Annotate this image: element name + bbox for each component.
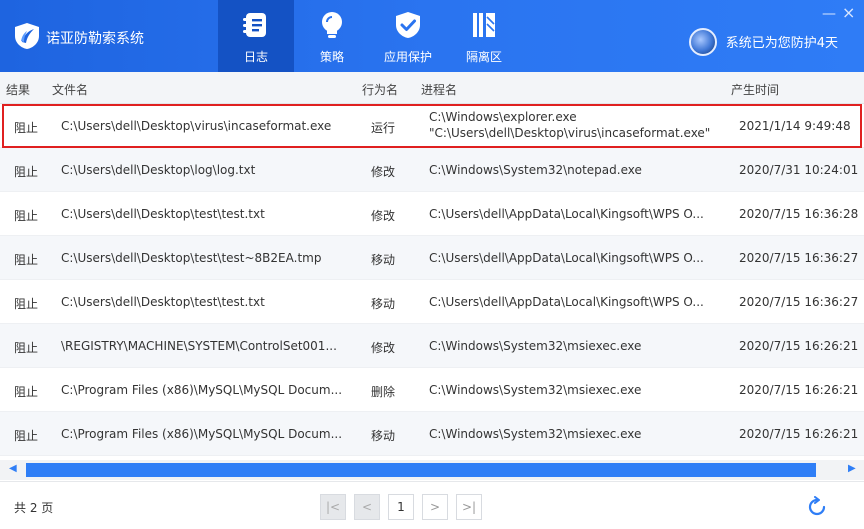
table-row[interactable]: 阻止 \REGISTRY\MACHINE\SYSTEM\ControlSet00… <box>0 324 864 368</box>
table-row[interactable]: 阻止 C:\Users\dell\Desktop\log\log.txt 修改 … <box>0 148 864 192</box>
table-header: 结果 文件名 行为名 进程名 产生时间 <box>0 72 864 104</box>
first-page-button[interactable]: |< <box>320 494 346 520</box>
cell-time: 2020/7/15 16:36:28 <box>739 207 859 221</box>
tab-policy-label: 策略 <box>319 50 344 64</box>
col-result[interactable]: 结果 <box>6 81 30 98</box>
prev-page-button[interactable]: < <box>354 494 380 520</box>
cell-time: 2020/7/15 16:36:27 <box>739 251 859 265</box>
col-process[interactable]: 进程名 <box>421 81 457 98</box>
pagination-bar: 共 2 页 |< < 1 > >| <box>0 481 864 529</box>
cell-action: 修改 <box>371 209 396 223</box>
cell-process: C:\Windows\System32\notepad.exe <box>429 163 642 177</box>
protect-status: 系统已为您防护4天 <box>725 36 838 51</box>
cell-file: C:\Users\dell\Desktop\test\test.txt <box>61 295 265 309</box>
scrollbar-thumb[interactable] <box>26 463 816 477</box>
cell-action: 删除 <box>371 385 396 399</box>
cell-action: 移动 <box>371 253 396 267</box>
cell-result: 阻止 <box>14 121 39 135</box>
col-filename[interactable]: 文件名 <box>52 81 88 98</box>
table-row[interactable]: 阻止 C:\Users\dell\Desktop\test\test~8B2EA… <box>0 236 864 280</box>
close-button[interactable]: × <box>842 3 855 22</box>
cell-result: 阻止 <box>14 297 39 311</box>
cell-result: 阻止 <box>14 385 39 399</box>
cell-action: 运行 <box>371 121 396 135</box>
globe-icon <box>689 28 717 56</box>
cell-result: 阻止 <box>14 429 39 443</box>
current-page-button[interactable]: 1 <box>388 494 414 520</box>
scroll-right-icon[interactable]: ▶ <box>848 463 856 474</box>
table-row[interactable]: 阻止 C:\Users\dell\Desktop\test\test.txt 修… <box>0 192 864 236</box>
cell-process: C:\Windows\System32\msiexec.exe <box>429 339 642 353</box>
cell-action: 修改 <box>371 165 396 179</box>
cell-file: C:\Program Files (x86)\MySQL\MySQL Docum… <box>61 383 343 397</box>
shield-icon <box>396 12 420 38</box>
cell-result: 阻止 <box>14 165 39 179</box>
refresh-icon[interactable] <box>806 496 828 518</box>
app-logo-icon <box>15 23 39 49</box>
cell-file: C:\Users\dell\Desktop\test\test.txt <box>61 207 265 221</box>
col-action[interactable]: 行为名 <box>362 81 398 98</box>
quarantine-icon <box>473 13 495 37</box>
cell-time: 2020/7/31 10:24:01 <box>739 163 859 177</box>
cell-time: 2020/7/15 16:26:21 <box>739 339 859 353</box>
table-row[interactable]: 阻止 C:\Program Files (x86)\MySQL\MySQL Do… <box>0 368 864 412</box>
cell-file: \REGISTRY\MACHINE\SYSTEM\ControlSet001..… <box>61 339 337 353</box>
tab-log[interactable]: 日志 <box>218 0 294 72</box>
cell-action: 移动 <box>371 297 396 311</box>
cell-time: 2020/7/15 16:26:21 <box>739 427 859 441</box>
cell-file: C:\Program Files (x86)\MySQL\MySQL Docum… <box>61 427 343 441</box>
cell-time: 2020/7/15 16:26:21 <box>739 383 859 397</box>
app-title: 诺亚防勒索系统 <box>46 31 144 47</box>
cell-process-cmd: "C:\Users\dell\Desktop\virus\incaseforma… <box>429 126 711 140</box>
cell-time: 2020/7/15 16:36:27 <box>739 295 859 309</box>
bulb-icon <box>322 12 342 38</box>
cell-process: C:\Windows\System32\msiexec.exe <box>429 383 642 397</box>
tab-app-protect[interactable]: 应用保护 <box>370 0 446 72</box>
page-count: 共 2 页 <box>14 501 54 515</box>
table-row[interactable]: 阻止 C:\Program Files (x86)\MySQL\MySQL Do… <box>0 412 864 456</box>
title-bar: 诺亚防勒索系统 日志 策略 应用保护 隔离区 系统已为您防护4天 — × <box>0 0 864 72</box>
cell-file: C:\Users\dell\Desktop\virus\incaseformat… <box>61 119 332 133</box>
cell-process: C:\Users\dell\AppData\Local\Kingsoft\WPS… <box>429 207 704 221</box>
tab-quarantine-label: 隔离区 <box>465 50 502 64</box>
tab-app-protect-label: 应用保护 <box>383 50 432 64</box>
cell-file: C:\Users\dell\Desktop\test\test~8B2EA.tm… <box>61 251 322 265</box>
cell-action: 移动 <box>371 429 396 443</box>
table-row[interactable]: 阻止 C:\Users\dell\Desktop\test\test.txt 移… <box>0 280 864 324</box>
cell-file: C:\Users\dell\Desktop\log\log.txt <box>61 163 256 177</box>
tab-quarantine[interactable]: 隔离区 <box>446 0 522 72</box>
cell-result: 阻止 <box>14 341 39 355</box>
minimize-button[interactable]: — <box>822 6 836 22</box>
horizontal-scrollbar[interactable]: ◀ ▶ <box>0 460 864 480</box>
col-time[interactable]: 产生时间 <box>731 81 779 98</box>
tab-log-label: 日志 <box>243 50 268 64</box>
scroll-left-icon[interactable]: ◀ <box>9 463 17 474</box>
table-row[interactable]: 阻止 C:\Users\dell\Desktop\virus\incasefor… <box>0 104 864 148</box>
cell-result: 阻止 <box>14 209 39 223</box>
log-icon <box>243 13 266 37</box>
next-page-button[interactable]: > <box>422 494 448 520</box>
tab-policy[interactable]: 策略 <box>294 0 370 72</box>
cell-process: C:\Windows\explorer.exe <box>429 110 577 124</box>
cell-result: 阻止 <box>14 253 39 267</box>
cell-time: 2021/1/14 9:49:48 <box>739 119 851 133</box>
cell-process: C:\Users\dell\AppData\Local\Kingsoft\WPS… <box>429 251 704 265</box>
cell-process: C:\Windows\System32\msiexec.exe <box>429 427 642 441</box>
last-page-button[interactable]: >| <box>456 494 482 520</box>
cell-process: C:\Users\dell\AppData\Local\Kingsoft\WPS… <box>429 295 704 309</box>
cell-action: 修改 <box>371 341 396 355</box>
